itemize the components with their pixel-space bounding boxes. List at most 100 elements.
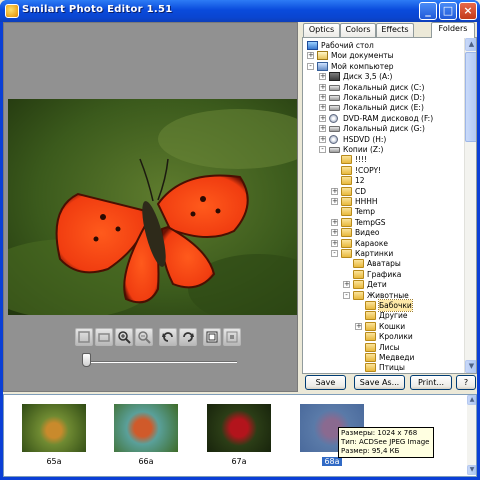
collapse-icon[interactable]: - (307, 62, 314, 70)
print-button[interactable]: Print... (410, 375, 452, 390)
drive-icon (329, 126, 340, 133)
tree-item[interactable]: + Диск 3,5 (A:) (303, 71, 463, 82)
tree-item[interactable]: + Локальный диск (D:) (303, 92, 463, 103)
collapse-icon[interactable]: - (343, 291, 350, 299)
folder-tree-panel: Рабочий стол + Мои документы - Мой компьютер… (302, 37, 477, 374)
expand-icon[interactable]: + (331, 218, 338, 226)
expand-icon[interactable]: + (319, 83, 326, 91)
tree-item[interactable]: + Караоке (303, 238, 463, 249)
strip-scrollbar[interactable]: ▲ ▼ (467, 395, 476, 475)
tree-item[interactable]: + CD (303, 186, 463, 197)
thumbnail-item[interactable]: 66a (111, 400, 181, 472)
thumbnail-item[interactable]: 67a (204, 400, 274, 472)
zoom-out-button[interactable] (135, 328, 153, 346)
expand-icon[interactable]: + (331, 239, 338, 247)
expand-icon[interactable]: + (319, 114, 326, 122)
title-bar[interactable]: Smilart Photo Editor 1.51 _ □ × (0, 0, 480, 22)
crop-button[interactable] (75, 328, 93, 346)
zoom-slider-track[interactable] (85, 361, 237, 363)
folder-icon (365, 353, 376, 362)
tree-item[interactable]: - Животные (303, 290, 463, 301)
expand-icon[interactable]: + (319, 104, 326, 112)
tree-item[interactable]: + DVD-RAM дисковод (F:) (303, 113, 463, 124)
tree-item[interactable]: + Локальный диск (C:) (303, 82, 463, 93)
client-area: Optics Colors Effects Folders Рабочий ст… (3, 22, 477, 477)
expand-icon[interactable]: + (343, 281, 350, 289)
tab-folders[interactable]: Folders (431, 22, 475, 38)
expand-icon[interactable]: + (319, 94, 326, 101)
tree-item[interactable]: Temp (303, 206, 463, 217)
rotate-left-button[interactable] (159, 328, 177, 346)
tree-item[interactable]: !!!! (303, 154, 463, 165)
tree-item[interactable]: Бабочки (303, 299, 463, 312)
tree-item[interactable]: 12 (303, 175, 463, 186)
scroll-up-button[interactable]: ▲ (465, 38, 476, 51)
folder-icon (341, 207, 352, 217)
thumbnail-caption: 67a (204, 457, 274, 466)
tree-item[interactable]: Птицы (303, 362, 463, 373)
tree-item-label: CD (355, 186, 367, 196)
expand-icon[interactable]: + (331, 187, 338, 195)
strip-scroll-up-button[interactable]: ▲ (467, 395, 476, 405)
tree-item[interactable]: - Копии (Z:) (303, 144, 463, 155)
preview-photo[interactable] (8, 99, 297, 315)
drive-icon (329, 84, 340, 91)
expand-icon[interactable]: + (307, 52, 314, 60)
tree-item-label: Другие (379, 311, 408, 321)
expand-icon[interactable]: + (331, 198, 338, 205)
tree-item[interactable]: + HSDVD (H:) (303, 134, 463, 145)
tree-item[interactable]: !COPY! (303, 165, 463, 176)
tree-item[interactable]: + Локальный диск (E:) (303, 102, 463, 113)
resize-button[interactable] (95, 328, 113, 346)
tree-item[interactable]: Медведи (303, 352, 463, 363)
scroll-down-button[interactable]: ▼ (465, 360, 476, 373)
tree-item[interactable]: + Видео (303, 227, 463, 238)
minimize-button[interactable]: _ (419, 2, 437, 20)
tab-effects[interactable]: Effects (376, 23, 414, 37)
tree-item[interactable]: + Мои документы (303, 50, 463, 61)
tree-item[interactable]: Графика (303, 269, 463, 280)
tree-item[interactable]: Лисы (303, 342, 463, 353)
tree-item-label: Кошки (379, 321, 406, 331)
tree-item[interactable]: + Кошки (303, 321, 463, 332)
tab-optics[interactable]: Optics (303, 23, 340, 37)
tree-item[interactable]: Другие (303, 310, 463, 321)
zoom-in-button[interactable] (115, 328, 133, 346)
tree-item-label: Караоке (355, 238, 389, 248)
tree-item[interactable]: Рабочий стол (303, 40, 463, 51)
collapse-icon[interactable]: - (331, 250, 338, 257)
drive-icon (329, 95, 340, 101)
expand-icon[interactable]: + (319, 125, 326, 133)
rotate-right-button[interactable] (179, 328, 197, 346)
tree-item[interactable]: Кролики (303, 331, 463, 342)
expand-icon[interactable]: + (331, 229, 338, 237)
expand-icon[interactable]: + (319, 73, 326, 81)
save-as-button[interactable]: Save As... (354, 375, 405, 390)
save-button[interactable]: Save (305, 375, 346, 390)
close-button[interactable]: × (459, 2, 477, 20)
thumbnail-item[interactable]: 65a (19, 400, 89, 472)
tree-item[interactable]: Аватары (303, 258, 463, 269)
scroll-thumb[interactable] (465, 52, 476, 142)
tree-item[interactable]: + Локальный диск (G:) (303, 123, 463, 134)
tree-item-label: Видео (355, 228, 380, 238)
maximize-button[interactable]: □ (439, 2, 457, 20)
tab-colors[interactable]: Colors (340, 23, 376, 37)
strip-scroll-down-button[interactable]: ▼ (467, 465, 476, 475)
collapse-icon[interactable]: - (319, 146, 326, 153)
tree-item-label: Локальный диск (C:) (343, 82, 425, 92)
tree-item[interactable]: - Картинки (303, 248, 463, 259)
action-buttons: Save Save As... Print... ? (303, 375, 477, 391)
expand-icon[interactable]: + (319, 135, 326, 143)
actual-size-button[interactable] (223, 328, 241, 346)
tree-item[interactable]: - Мой компьютер (303, 61, 463, 72)
tree-item[interactable]: + Дети (303, 279, 463, 290)
tree-item[interactable]: + TempGS (303, 217, 463, 228)
tree-item[interactable]: + HHHH (303, 196, 463, 207)
zoom-slider-thumb[interactable] (82, 353, 91, 367)
expand-icon[interactable]: + (355, 322, 362, 330)
tree-scrollbar[interactable]: ▲ ▼ (464, 38, 476, 373)
tree-item-label: !!!! (355, 155, 368, 165)
help-button[interactable]: ? (456, 375, 476, 390)
fit-button[interactable] (203, 328, 221, 346)
